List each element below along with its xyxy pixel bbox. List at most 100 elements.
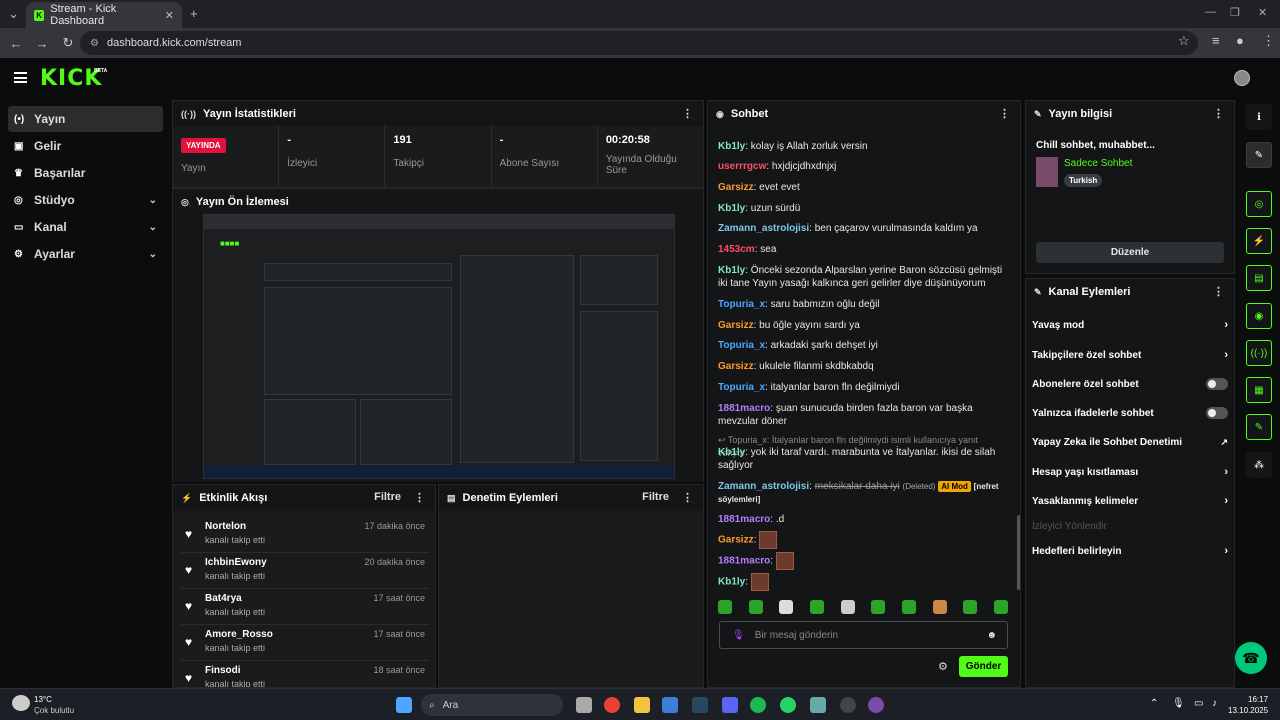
follower-name[interactable]: Bat4rya xyxy=(205,593,242,604)
emote-icon[interactable] xyxy=(901,600,916,614)
chat-username[interactable]: Zamann_astrolojisi xyxy=(718,223,809,234)
tray-network-icon[interactable]: ▭ xyxy=(1194,698,1203,709)
action-ai-moderation[interactable]: Yapay Zeka ile Sohbet Denetimi ↗ xyxy=(1032,431,1228,453)
chat-username[interactable]: 1881macro xyxy=(718,403,770,414)
action-account-age[interactable]: Hesap yaşı kısıtlaması › xyxy=(1032,461,1228,483)
tray-chevron-icon[interactable]: ⌃ xyxy=(1150,698,1158,709)
action-slow-mode[interactable]: Yavaş mod › xyxy=(1032,314,1228,336)
new-tab-button[interactable]: + xyxy=(190,6,198,21)
action-set-goals[interactable]: Hedefleri belirleyin › xyxy=(1032,540,1228,562)
chat-username[interactable]: Topuria_x xyxy=(718,299,765,310)
emote-icon[interactable] xyxy=(779,600,794,614)
reload-icon[interactable]: ↻ xyxy=(56,35,80,51)
emote-icon[interactable] xyxy=(718,600,732,614)
reading-list-icon[interactable]: ≡ xyxy=(1212,33,1220,48)
follower-name[interactable]: Finsodi xyxy=(205,665,241,676)
chat-username[interactable]: Garsizz xyxy=(718,535,754,546)
sidebar-item-yayin[interactable]: (•) Yayın xyxy=(8,106,163,132)
tray-mic-icon[interactable]: 🎙 xyxy=(1172,698,1185,709)
tools-widget-icon[interactable]: ✎ xyxy=(1246,414,1272,440)
more-options-icon[interactable]: ⋮ xyxy=(682,491,693,504)
chat-username[interactable]: Topuria_x xyxy=(718,340,765,351)
follower-name[interactable]: IchbinEwony xyxy=(205,557,267,568)
steam-icon[interactable] xyxy=(692,697,708,713)
emote-icon[interactable] xyxy=(932,600,947,614)
sidebar-item-basarilar[interactable]: ♛ Başarılar xyxy=(8,160,163,186)
clock-date[interactable]: 13.10.2025 xyxy=(1228,706,1268,715)
user-avatar[interactable] xyxy=(1234,70,1250,86)
edit-layout-icon[interactable]: ✎ xyxy=(1246,142,1272,168)
category-name[interactable]: Sadece Sohbet xyxy=(1064,158,1132,169)
chrome-icon[interactable] xyxy=(604,697,620,713)
tag-chip[interactable]: Turkish xyxy=(1064,174,1103,187)
emote-icon[interactable] xyxy=(871,600,886,614)
chat-scrollbar[interactable] xyxy=(1017,515,1020,590)
chat-username[interactable]: Kb1ly xyxy=(718,265,745,276)
chat-username[interactable]: Kb1ly xyxy=(718,203,745,214)
maximize-icon[interactable]: ❐ xyxy=(1230,6,1240,19)
windows-start-icon[interactable] xyxy=(396,697,412,713)
more-options-icon[interactable]: ⋮ xyxy=(1213,107,1224,120)
chat-username[interactable]: Garsizz xyxy=(718,361,754,372)
discord-icon[interactable] xyxy=(722,697,738,713)
emote-icon[interactable] xyxy=(748,600,763,614)
activity-widget-icon[interactable]: ⚡ xyxy=(1246,228,1272,254)
profile-icon[interactable]: ● xyxy=(1236,33,1244,48)
sidebar-item-kanal[interactable]: ▭ Kanal ⌄ xyxy=(8,214,163,240)
site-info-icon[interactable]: ⚙ xyxy=(90,38,99,49)
emote-icon[interactable] xyxy=(963,600,978,614)
tab-search-icon[interactable]: ⌄ xyxy=(8,6,19,22)
sidebar-item-studyo[interactable]: ◎ Stüdyo ⌄ xyxy=(8,187,163,213)
task-view-icon[interactable] xyxy=(576,697,592,713)
tray-volume-icon[interactable]: ♪ xyxy=(1212,698,1217,709)
chat-input[interactable]: 🎙 Bir mesaj gönderin ☻ xyxy=(719,621,1008,649)
more-widgets-icon[interactable]: ⁂ xyxy=(1246,452,1272,478)
sidebar-item-gelir[interactable]: ▣ Gelir xyxy=(8,133,163,159)
obs-icon[interactable] xyxy=(840,697,856,713)
bookmark-star-icon[interactable]: ☆ xyxy=(1178,33,1190,49)
back-icon[interactable]: ← xyxy=(4,36,28,51)
forward-icon[interactable]: → xyxy=(30,36,54,51)
follower-name[interactable]: Nortelon xyxy=(205,521,246,532)
close-tab-icon[interactable]: ✕ xyxy=(165,9,174,22)
chat-username[interactable]: Topuria_x xyxy=(718,382,765,393)
emote-icon[interactable] xyxy=(809,600,824,614)
action-banned-words[interactable]: Yasaklanmış kelimeler › xyxy=(1032,490,1228,512)
emote-icon[interactable] xyxy=(840,600,855,614)
emote-icon[interactable] xyxy=(993,600,1008,614)
chat-username[interactable]: Kb1ly xyxy=(718,447,745,458)
whatsapp-icon[interactable] xyxy=(780,697,796,713)
stream-preview-video[interactable]: ■■■■ xyxy=(203,214,675,479)
emoji-picker-icon[interactable]: ☻ xyxy=(986,630,997,641)
chat-username[interactable]: 1881macro xyxy=(718,556,770,567)
chat-username[interactable]: Kb1ly xyxy=(718,577,745,588)
layout-widget-icon[interactable]: ▦ xyxy=(1246,377,1272,403)
more-options-icon[interactable]: ⋮ xyxy=(414,491,425,504)
minimize-icon[interactable]: — xyxy=(1205,6,1216,18)
browser-menu-icon[interactable]: ⋮ xyxy=(1262,33,1275,49)
action-emotes-only[interactable]: Yalnızca ifadelerle sohbet xyxy=(1032,402,1228,424)
media-player-icon[interactable] xyxy=(868,697,884,713)
microphone-icon[interactable]: 🎙 xyxy=(732,630,745,641)
chat-widget-icon[interactable]: ◉ xyxy=(1246,303,1272,329)
clock-time[interactable]: 16:17 xyxy=(1248,695,1268,704)
chat-settings-icon[interactable]: ⚙ xyxy=(938,660,948,673)
toggle-switch[interactable] xyxy=(1206,378,1228,390)
store-icon[interactable] xyxy=(662,697,678,713)
info-icon[interactable]: ℹ xyxy=(1246,104,1272,130)
action-followers-only[interactable]: Takipçilere özel sohbet › xyxy=(1032,344,1228,366)
follower-name[interactable]: Amore_Rosso xyxy=(205,629,273,640)
more-options-icon[interactable]: ⋮ xyxy=(1213,285,1224,298)
menu-hamburger-icon[interactable] xyxy=(14,72,27,83)
edit-button[interactable]: Düzenle xyxy=(1036,242,1224,263)
filter-button[interactable]: Filtre xyxy=(642,491,669,503)
more-options-icon[interactable]: ⋮ xyxy=(682,107,693,120)
file-explorer-icon[interactable] xyxy=(634,697,650,713)
chat-username[interactable]: 1881macro xyxy=(718,514,770,525)
chat-username[interactable]: Kb1ly xyxy=(718,141,745,152)
send-button[interactable]: Gönder xyxy=(959,656,1008,677)
mod-widget-icon[interactable]: ▤ xyxy=(1246,265,1272,291)
preview-widget-icon[interactable]: ((·)) xyxy=(1246,340,1272,366)
stats-widget-icon[interactable]: ◎ xyxy=(1246,191,1272,217)
help-chat-icon[interactable]: ☎ xyxy=(1235,642,1267,674)
